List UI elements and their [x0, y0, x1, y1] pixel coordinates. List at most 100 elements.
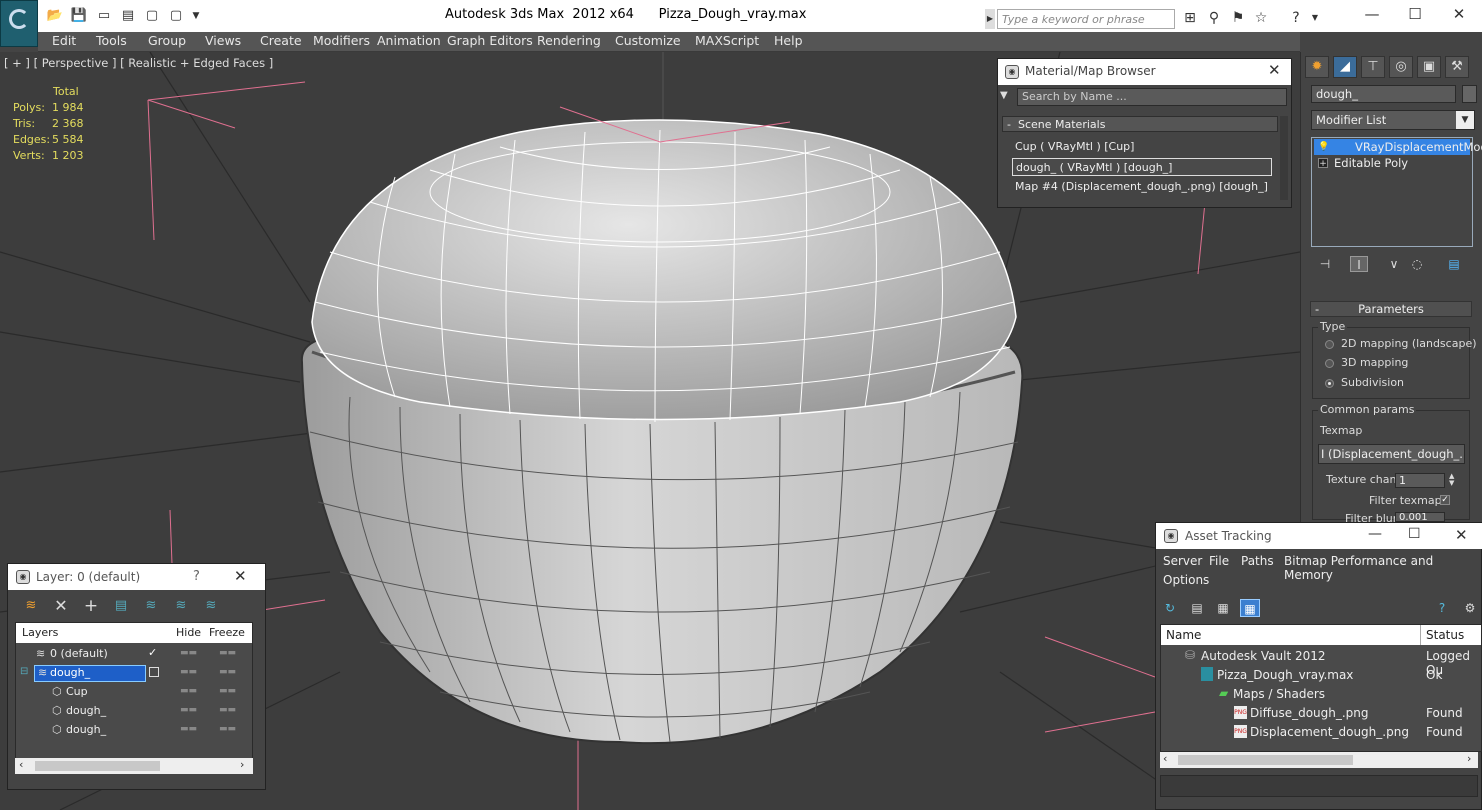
radio-2d-mapping[interactable] — [1325, 340, 1334, 349]
current-layer-box-icon[interactable] — [149, 667, 159, 677]
menu-file[interactable]: File — [1209, 554, 1229, 568]
scroll-left-icon[interactable]: ‹ — [19, 758, 23, 771]
highlight-layer-icon[interactable]: ≋ — [141, 597, 161, 615]
hide-all-icon[interactable]: ≋ — [171, 597, 191, 615]
close-icon[interactable]: ✕ — [1455, 526, 1468, 544]
texmap-button[interactable]: I (Displacement_dough_.png) — [1318, 444, 1465, 464]
chevron-down-icon[interactable]: ▼ — [1456, 111, 1474, 129]
menu-help[interactable]: Help — [774, 33, 803, 48]
radio-3d-mapping-label[interactable]: 3D mapping — [1341, 356, 1408, 369]
parameters-rollout-header[interactable]: - Parameters — [1310, 301, 1472, 317]
material-item-dough[interactable]: dough_ ( VRayMtl ) [dough_] — [1012, 158, 1272, 176]
motion-tab-icon[interactable]: ◎ — [1389, 56, 1413, 78]
thumbnail-view-icon[interactable]: ▦ — [1213, 599, 1233, 617]
quick-access-dropdown-icon[interactable]: ▼ — [187, 8, 205, 24]
material-browser-scrollbar[interactable] — [1280, 116, 1288, 200]
viewport-label[interactable]: [ + ] [ Perspective ] [ Realistic + Edge… — [4, 56, 273, 70]
settings-icon[interactable]: ⚙ — [1460, 599, 1480, 617]
texture-chan-spinner[interactable]: 1 — [1395, 473, 1445, 488]
hide-toggle[interactable]: ▬▬ — [180, 667, 197, 677]
status-column-header[interactable]: Status — [1426, 628, 1464, 642]
hide-toggle[interactable]: ▬▬ — [180, 686, 197, 696]
menu-rendering[interactable]: Rendering — [537, 33, 601, 48]
menu-server[interactable]: Server — [1163, 554, 1202, 568]
search-input[interactable]: Type a keyword or phrase — [997, 9, 1175, 29]
menu-create[interactable]: Create — [260, 33, 302, 48]
hide-column-header[interactable]: Hide — [176, 626, 201, 639]
refresh-icon[interactable]: ↻ — [1160, 599, 1180, 617]
hide-toggle[interactable]: ▬▬ — [180, 705, 197, 715]
hold-icon[interactable]: ▤ — [119, 8, 137, 24]
help-dropdown-icon[interactable]: ▼ — [1305, 9, 1325, 27]
radio-2d-mapping-label[interactable]: 2D mapping (landscape) — [1341, 337, 1477, 350]
utilities-tab-icon[interactable]: ⚒ — [1445, 56, 1469, 78]
menu-views[interactable]: Views — [205, 33, 241, 48]
help-icon[interactable]: ? — [1432, 599, 1452, 617]
menu-edit[interactable]: Edit — [52, 33, 76, 48]
filter-texmap-checkbox[interactable]: ✓ — [1440, 495, 1450, 505]
layer-row-default[interactable]: ≋ 0 (default) ✓ ▬▬ ▬▬ — [16, 645, 252, 664]
lightbulb-icon[interactable]: 💡 — [1318, 142, 1329, 152]
delete-layer-icon[interactable]: ✕ — [51, 597, 71, 615]
menu-maxscript[interactable]: MAXScript — [695, 33, 759, 48]
material-item-map4[interactable]: Map #4 (Displacement_dough_.png) [dough_… — [1012, 178, 1272, 196]
layer-object-cup[interactable]: ⬡ Cup ▬▬ ▬▬ — [16, 683, 252, 702]
layer-object-dough-2[interactable]: ⬡ dough_ ▬▬ ▬▬ — [16, 721, 252, 740]
remove-modifier-icon[interactable]: ◌ — [1408, 256, 1426, 272]
create-tab-icon[interactable]: ✹ — [1305, 56, 1329, 78]
key-icon[interactable]: ⚲ — [1204, 9, 1224, 27]
hide-toggle[interactable]: ▬▬ — [180, 724, 197, 734]
radio-subdivision-label[interactable]: Subdivision — [1341, 376, 1404, 389]
help-button[interactable]: ? — [193, 569, 200, 584]
display-tab-icon[interactable]: ▣ — [1417, 56, 1441, 78]
menu-bitmap-performance[interactable]: Bitmap Performance and Memory — [1284, 554, 1482, 582]
layers-column-header[interactable]: Layers — [22, 626, 58, 639]
show-end-result-icon[interactable]: I — [1350, 256, 1368, 272]
add-to-layer-icon[interactable]: + — [81, 597, 101, 615]
asset-path-field[interactable] — [1160, 775, 1478, 797]
asset-row-maps[interactable]: ▰ Maps / Shaders — [1161, 685, 1482, 704]
material-item-cup[interactable]: Cup ( VRayMtl ) [Cup] — [1012, 138, 1272, 156]
hide-toggle[interactable]: ▬▬ — [180, 648, 197, 658]
stack-item-editable-poly[interactable]: Editable Poly — [1314, 155, 1470, 171]
options-dropdown-icon[interactable]: ▼ — [1000, 90, 1008, 101]
make-unique-icon[interactable]: ∨ — [1385, 256, 1403, 272]
column-divider[interactable] — [1420, 625, 1421, 645]
scroll-right-icon[interactable]: › — [1467, 752, 1471, 765]
stack-item-vraydisplacement[interactable]: VRayDisplacementMod — [1314, 139, 1482, 155]
help-icon[interactable]: ? — [1286, 9, 1306, 27]
scrollbar-thumb[interactable] — [1178, 755, 1353, 765]
scene-materials-section[interactable]: - Scene Materials — [1002, 116, 1278, 132]
minimize-button[interactable]: — — [1368, 526, 1382, 542]
scroll-left-icon[interactable]: ‹ — [1163, 752, 1167, 765]
close-button[interactable]: ✕ — [1444, 4, 1474, 24]
spinner-arrows-icon[interactable]: ▲ ▼ — [1449, 473, 1459, 488]
layer-object-dough[interactable]: ⬡ dough_ ▬▬ ▬▬ — [16, 702, 252, 721]
new-layer-icon[interactable]: ≋ — [21, 597, 41, 615]
radio-3d-mapping[interactable] — [1325, 359, 1334, 368]
modifier-list-dropdown[interactable]: Modifier List — [1311, 110, 1475, 130]
freeze-toggle[interactable]: ▬▬ — [219, 705, 236, 715]
freeze-toggle[interactable]: ▬▬ — [219, 686, 236, 696]
maximize-button[interactable]: ☐ — [1400, 4, 1430, 24]
close-icon[interactable]: ✕ — [234, 567, 247, 585]
close-icon[interactable]: ✕ — [1268, 61, 1281, 79]
save-file-icon[interactable]: 💾 — [70, 8, 88, 24]
fetch-icon[interactable]: ▢ — [143, 8, 161, 24]
select-objects-icon[interactable]: ▤ — [111, 597, 131, 615]
project-icon[interactable]: ▢ — [167, 8, 185, 24]
app-logo-button[interactable] — [0, 0, 38, 47]
layer-row-dough[interactable]: ⊟ ≋ dough_ ▬▬ ▬▬ — [16, 664, 252, 683]
name-column-header[interactable]: Name — [1166, 628, 1201, 642]
scrollbar-thumb[interactable] — [35, 761, 160, 771]
menu-tools[interactable]: Tools — [96, 33, 127, 48]
minimize-button[interactable]: — — [1357, 4, 1387, 24]
scroll-right-icon[interactable]: › — [240, 758, 244, 771]
material-search-input[interactable]: Search by Name ... — [1017, 88, 1287, 106]
configure-sets-icon[interactable]: ▤ — [1445, 256, 1463, 272]
menu-group[interactable]: Group — [148, 33, 186, 48]
binoculars-icon[interactable]: ⊞ — [1180, 9, 1200, 27]
collapse-minus-icon[interactable]: ⊟ — [20, 666, 28, 677]
hierarchy-tab-icon[interactable]: ⊤ — [1361, 56, 1385, 78]
freeze-toggle[interactable]: ▬▬ — [219, 724, 236, 734]
